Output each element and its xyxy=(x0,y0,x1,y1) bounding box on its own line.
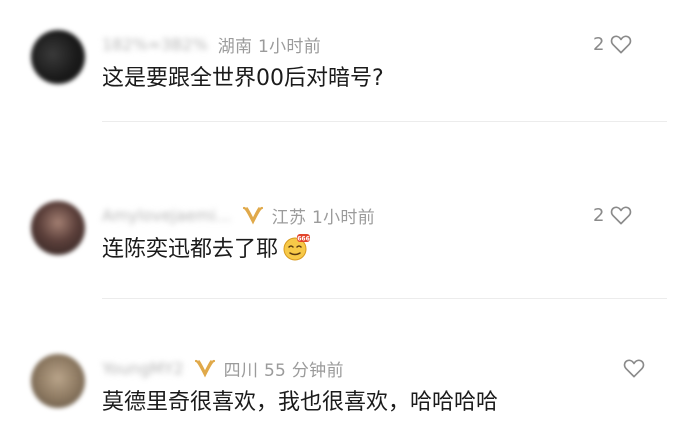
comment-meta: 182%≈3B2% 湖南 1小时前 xyxy=(102,30,321,58)
location-time: 湖南 1小时前 xyxy=(217,36,322,57)
comment-meta: YoungMY2 四川 55 分钟前 xyxy=(102,354,344,382)
divider xyxy=(102,121,667,122)
emoji-badge-text: 666 xyxy=(297,235,310,242)
heart-outline-icon xyxy=(623,359,645,378)
comment-text[interactable]: 莫德里奇很喜欢，我也很喜欢，哈哈哈哈 xyxy=(102,384,498,416)
avatar[interactable] xyxy=(31,30,85,84)
comment-text[interactable]: 连陈奕迅都去了耶 666 xyxy=(102,231,311,263)
heart-outline-icon xyxy=(611,206,632,225)
like-count: 2 xyxy=(593,33,605,55)
avatar[interactable] xyxy=(31,201,85,255)
like-count: 2 xyxy=(593,204,605,226)
comment-item[interactable]: Amylovejaemi… 江苏 1小时前 连陈奕迅都去了耶 666 2 xyxy=(0,201,681,271)
comment-item[interactable]: 182%≈3B2% 湖南 1小时前 这是要跟全世界00后对暗号? 2 xyxy=(0,30,681,100)
like-button[interactable]: 2 xyxy=(593,203,632,227)
vip-badge-icon xyxy=(242,206,263,225)
username[interactable]: YoungMY2 xyxy=(102,359,184,378)
like-button[interactable] xyxy=(617,356,645,380)
username[interactable]: Amylovejaemi… xyxy=(102,206,232,225)
username[interactable]: 182%≈3B2% xyxy=(102,35,208,54)
comment-text-body: 莫德里奇很喜欢，我也很喜欢，哈哈哈哈 xyxy=(102,390,499,415)
666-emoji-icon: 666 xyxy=(280,232,311,262)
comment-text-body: 这是要跟全世界00后对暗号? xyxy=(102,66,384,91)
avatar[interactable] xyxy=(31,354,85,408)
location-time: 江苏 1小时前 xyxy=(271,207,375,228)
like-button[interactable]: 2 xyxy=(593,32,632,56)
divider xyxy=(102,298,667,299)
comment-meta: Amylovejaemi… 江苏 1小时前 xyxy=(102,201,375,229)
vip-badge-icon xyxy=(194,359,215,378)
comment-item[interactable]: YoungMY2 四川 55 分钟前 莫德里奇很喜欢，我也很喜欢，哈哈哈哈 xyxy=(0,354,681,424)
comment-text-body: 连陈奕迅都去了耶 xyxy=(102,237,279,262)
comment-list: 182%≈3B2% 湖南 1小时前 这是要跟全世界00后对暗号? 2 Amylo… xyxy=(0,0,681,446)
heart-outline-icon xyxy=(611,35,632,54)
comment-text[interactable]: 这是要跟全世界00后对暗号? xyxy=(102,60,384,92)
location-time: 四川 55 分钟前 xyxy=(223,360,344,381)
